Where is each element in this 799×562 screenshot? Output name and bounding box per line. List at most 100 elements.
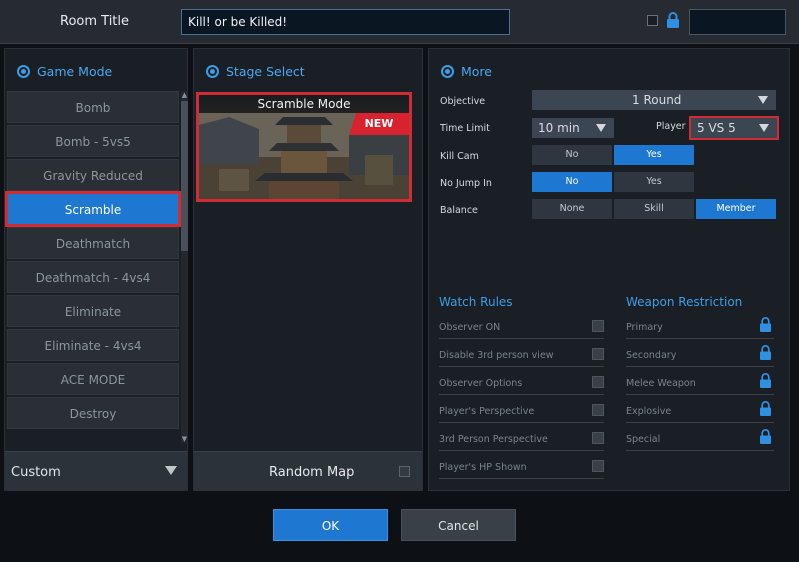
- scroll-up-icon[interactable]: ▲: [181, 91, 188, 99]
- time-limit-dropdown[interactable]: 10 min: [532, 118, 614, 138]
- game-mode-item[interactable]: Scramble: [5, 191, 181, 227]
- balance-skill[interactable]: Skill: [614, 199, 694, 219]
- watch-rule-checkbox[interactable]: [592, 348, 604, 360]
- weapon-restriction-row[interactable]: Primary: [626, 317, 774, 339]
- weapon-restriction-row[interactable]: Explosive: [626, 401, 774, 423]
- watch-rule-checkbox[interactable]: [592, 460, 604, 472]
- watch-rule-row: Observer Options: [439, 373, 604, 395]
- weapon-restriction-title: Weapon Restriction: [626, 295, 743, 309]
- game-mode-item[interactable]: Destroy: [7, 397, 179, 429]
- more-options-panel: More Objective 1 Round Time Limit 10 min…: [428, 48, 790, 491]
- lock-icon: [667, 12, 679, 28]
- mode-filter-dropdown[interactable]: Custom: [5, 451, 187, 491]
- kill-cam-toggle: No Yes: [532, 145, 694, 165]
- watch-rule-row: 3rd Person Perspective: [439, 429, 604, 451]
- watch-rule-checkbox[interactable]: [592, 404, 604, 416]
- chevron-down-icon: [596, 124, 606, 132]
- weapon-restriction-label: Primary: [626, 322, 663, 333]
- game-mode-item[interactable]: Eliminate - 4vs4: [7, 329, 179, 361]
- ok-button[interactable]: OK: [273, 509, 388, 541]
- lock-icon[interactable]: [759, 345, 772, 360]
- player-dropdown[interactable]: 5 VS 5: [689, 116, 779, 140]
- random-map-button[interactable]: Random Map: [194, 451, 422, 491]
- watch-rule-label: Observer Options: [439, 378, 523, 389]
- lock-icon[interactable]: [759, 317, 772, 332]
- weapon-restriction-label: Melee Weapon: [626, 378, 696, 389]
- kill-cam-yes[interactable]: Yes: [614, 145, 694, 165]
- objective-value: 1 Round: [632, 93, 682, 107]
- watch-rule-row: Player's Perspective: [439, 401, 604, 423]
- more-title: More: [461, 64, 492, 79]
- mode-filter-value: Custom: [11, 465, 61, 480]
- password-input[interactable]: [689, 9, 786, 35]
- random-map-label: Random Map: [269, 465, 355, 480]
- kill-cam-no[interactable]: No: [532, 145, 612, 165]
- objective-dropdown[interactable]: 1 Round: [532, 90, 776, 110]
- weapon-restriction-label: Special: [626, 434, 661, 445]
- game-mode-item[interactable]: Deathmatch: [7, 227, 179, 259]
- player-value: 5 VS 5: [697, 121, 736, 135]
- scroll-down-icon[interactable]: ▼: [181, 435, 188, 443]
- watch-rule-label: Player's HP Shown: [439, 462, 527, 473]
- game-mode-item[interactable]: Gravity Reduced: [7, 159, 179, 191]
- watch-rules-title: Watch Rules: [439, 295, 513, 309]
- chevron-down-icon: [759, 124, 769, 132]
- game-mode-item[interactable]: Deathmatch - 4vs4: [7, 261, 179, 293]
- stage-name: Scramble Mode: [199, 95, 409, 113]
- kill-cam-label: Kill Cam: [440, 151, 479, 162]
- scroll-thumb[interactable]: [181, 101, 188, 251]
- weapon-restriction-row[interactable]: Special: [626, 429, 774, 451]
- watch-rule-label: 3rd Person Perspective: [439, 434, 548, 445]
- no-jump-toggle: No Yes: [532, 172, 694, 192]
- player-label: Player: [656, 121, 686, 132]
- password-checkbox[interactable]: [647, 15, 658, 26]
- weapon-restriction-row[interactable]: Secondary: [626, 345, 774, 367]
- game-mode-list: Bomb Bomb - 5vs5 Gravity Reduced Scramble De…: [5, 91, 181, 431]
- balance-member[interactable]: Member: [696, 199, 776, 219]
- cancel-button[interactable]: Cancel: [401, 509, 516, 541]
- game-mode-item[interactable]: Eliminate: [7, 295, 179, 327]
- more-heading: More: [441, 64, 492, 79]
- random-map-checkbox[interactable]: [399, 466, 410, 477]
- balance-label: Balance: [440, 205, 478, 216]
- weapon-restriction-row[interactable]: Melee Weapon: [626, 373, 774, 395]
- watch-rule-row: Disable 3rd person view: [439, 345, 604, 367]
- target-icon: [441, 65, 454, 78]
- game-mode-item[interactable]: ACE MODE: [7, 363, 179, 395]
- game-mode-heading: Game Mode: [17, 64, 112, 79]
- chevron-down-icon: [165, 466, 177, 475]
- watch-rule-checkbox[interactable]: [592, 376, 604, 388]
- weapon-restriction-label: Explosive: [626, 406, 672, 417]
- room-title-input[interactable]: Kill! or be Killed!: [181, 9, 510, 35]
- balance-none[interactable]: None: [532, 199, 612, 219]
- time-limit-value: 10 min: [538, 121, 580, 135]
- stage-select-heading: Stage Select: [206, 64, 305, 79]
- time-limit-label: Time Limit: [440, 123, 490, 134]
- lock-icon[interactable]: [759, 429, 772, 444]
- lock-icon[interactable]: [759, 373, 772, 388]
- lock-icon[interactable]: [759, 401, 772, 416]
- watch-rule-label: Observer ON: [439, 322, 501, 333]
- room-header: Room Title Kill! or be Killed!: [0, 0, 799, 44]
- watch-rule-row: Player's HP Shown: [439, 457, 604, 479]
- new-badge: NEW: [349, 113, 409, 135]
- watch-rule-row: Observer ON: [439, 317, 604, 339]
- game-mode-panel: Game Mode Bomb Bomb - 5vs5 Gravity Reduced…: [4, 48, 188, 491]
- stage-select-title: Stage Select: [226, 64, 305, 79]
- weapon-restriction-label: Secondary: [626, 350, 677, 361]
- no-jump-label: No Jump In: [440, 178, 492, 189]
- stage-thumbnail[interactable]: Scramble Mode NEW: [196, 92, 412, 202]
- game-mode-title: Game Mode: [37, 64, 113, 79]
- target-icon: [17, 65, 30, 78]
- watch-rule-label: Disable 3rd person view: [439, 350, 554, 361]
- watch-rule-checkbox[interactable]: [592, 320, 604, 332]
- game-mode-item[interactable]: Bomb - 5vs5: [7, 125, 179, 157]
- balance-toggle: None Skill Member: [532, 199, 776, 219]
- game-mode-item[interactable]: Bomb: [7, 91, 179, 123]
- objective-label: Objective: [440, 96, 486, 107]
- no-jump-yes[interactable]: Yes: [614, 172, 694, 192]
- mode-scrollbar[interactable]: ▲ ▼: [181, 91, 188, 443]
- watch-rule-checkbox[interactable]: [592, 432, 604, 444]
- no-jump-no[interactable]: No: [532, 172, 612, 192]
- watch-rule-label: Player's Perspective: [439, 406, 535, 417]
